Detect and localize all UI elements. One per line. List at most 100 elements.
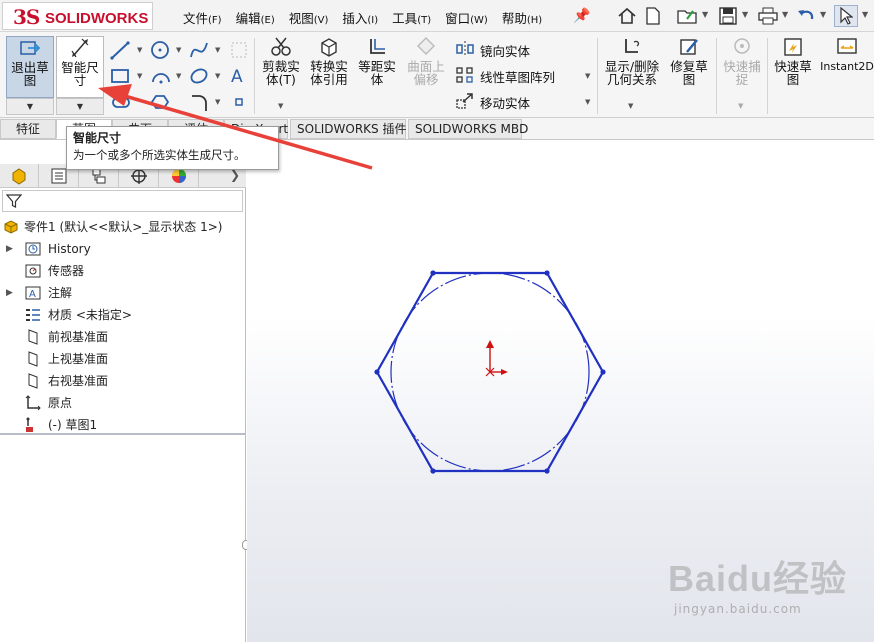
arc-icon[interactable] xyxy=(150,66,172,86)
tree-item-front-plane[interactable]: 前视基准面 xyxy=(0,326,246,348)
linear-pattern-label[interactable]: 线性草图阵列 xyxy=(480,67,555,86)
chevron-down-icon[interactable]: ▼ xyxy=(628,102,633,110)
repair-sketch-button[interactable]: 修复草 图 xyxy=(666,36,712,86)
instant2d-icon xyxy=(837,38,857,54)
chevron-down-icon[interactable]: ▼ xyxy=(585,72,590,80)
menu-edit[interactable]: 编辑(E) xyxy=(236,8,275,26)
offset-entities-button[interactable]: 等距实 体 xyxy=(354,36,400,86)
home-icon[interactable] xyxy=(615,5,639,27)
tree-item-sensors[interactable]: 传感器 xyxy=(0,260,246,282)
chevron-down-icon[interactable]: ▼ xyxy=(215,46,220,54)
text-icon[interactable]: A xyxy=(230,66,248,86)
feature-manager-tab[interactable] xyxy=(0,164,39,188)
tab-solidworks-mbd[interactable]: SOLIDWORKS MBD xyxy=(408,119,528,139)
chevron-down-icon[interactable]: ▼ xyxy=(862,10,868,19)
tree-item-right-plane[interactable]: 右视基准面 xyxy=(0,370,246,392)
tab-solidworks-addins[interactable]: SOLIDWORKS 插件 xyxy=(290,119,406,139)
chevron-down-icon[interactable]: ▼ xyxy=(820,10,826,19)
move-entities-icon[interactable] xyxy=(455,92,475,110)
polygon-icon[interactable] xyxy=(150,92,172,112)
menu-tools[interactable]: 工具(T) xyxy=(392,8,431,26)
tree-item-top-plane[interactable]: 上视基准面 xyxy=(0,348,246,370)
convert-entities-button[interactable]: 转换实 体引用 xyxy=(306,36,352,86)
tree-filter[interactable] xyxy=(2,190,243,212)
chevron-down-icon[interactable]: ▼ xyxy=(215,72,220,80)
menu-bar: 文件(F) 编辑(E) 视图(V) 插入(I) 工具(T) 窗口(W) 帮助(H… xyxy=(176,8,542,26)
menu-file[interactable]: 文件(F) xyxy=(183,8,222,26)
quick-snaps-button[interactable]: 快速捕 捉 xyxy=(720,36,764,86)
move-entities-label[interactable]: 移动实体 xyxy=(480,93,530,112)
chevron-right-icon[interactable]: ❯ xyxy=(230,168,240,182)
chevron-down-icon[interactable]: ▼ xyxy=(702,10,708,19)
instant2d-button[interactable]: Instant2D xyxy=(820,36,874,73)
ellipse-icon[interactable] xyxy=(189,66,211,86)
offset-on-surface-icon xyxy=(417,37,435,55)
spline-icon[interactable] xyxy=(189,40,211,60)
mirror-icon[interactable] xyxy=(455,40,475,58)
trim-entities-button[interactable]: 剪裁实 体(T) xyxy=(258,36,304,86)
sketch-origin-icon xyxy=(485,340,508,377)
exit-sketch-button[interactable]: 退出草 图 xyxy=(6,36,54,98)
rectangle-icon[interactable] xyxy=(110,66,132,86)
new-document-icon[interactable] xyxy=(643,5,663,27)
ribbon-separator xyxy=(254,38,255,114)
chevron-down-icon[interactable]: ▼ xyxy=(176,72,181,80)
smart-dimension-dropdown[interactable]: ▼ xyxy=(56,98,104,115)
tree-item-material[interactable]: 材质 <未指定> xyxy=(0,304,246,326)
chevron-down-icon[interactable]: ▼ xyxy=(278,102,283,110)
print-icon[interactable] xyxy=(756,5,780,27)
tab-features[interactable]: 特征 xyxy=(0,119,56,139)
tree-item-label: 上视基准面 xyxy=(48,352,109,366)
tree-item-history[interactable]: ▶ History xyxy=(0,238,246,260)
select-cursor-icon[interactable] xyxy=(834,5,858,27)
save-icon[interactable] xyxy=(716,5,740,27)
chevron-down-icon[interactable]: ▼ xyxy=(176,46,181,54)
chevron-down-icon[interactable]: ▼ xyxy=(742,10,748,19)
sketch-icon xyxy=(26,417,33,432)
menu-help[interactable]: 帮助(H) xyxy=(502,8,542,26)
mirror-entities-label[interactable]: 镜向实体 xyxy=(480,41,530,60)
circle-icon[interactable] xyxy=(150,40,172,60)
menu-window[interactable]: 窗口(W) xyxy=(445,8,488,26)
rapid-sketch-button[interactable]: 快速草 图 xyxy=(770,36,816,86)
smart-dimension-button[interactable]: 智能尺 寸 xyxy=(56,36,104,98)
undo-icon[interactable] xyxy=(795,5,817,27)
exit-sketch-dropdown[interactable]: ▼ xyxy=(6,98,54,115)
offset-on-surface-button[interactable]: 曲面上 偏移 xyxy=(402,36,450,86)
slot-icon[interactable] xyxy=(110,92,132,112)
chevron-down-icon[interactable]: ▼ xyxy=(738,102,743,110)
convert-entities-icon xyxy=(321,38,337,57)
expand-arrow-icon[interactable]: ▶ xyxy=(6,282,13,304)
exit-sketch-icon xyxy=(20,41,41,55)
pin-icon[interactable]: 📌 xyxy=(572,5,592,27)
property-manager-icon xyxy=(51,168,67,184)
chevron-down-icon[interactable]: ▼ xyxy=(137,46,142,54)
rollback-bar[interactable] xyxy=(0,433,246,435)
exit-sketch-label-2: 图 xyxy=(23,73,37,88)
tree-item-annotations[interactable]: ▶ A 注解 xyxy=(0,282,246,304)
trim-label-2: 体(T) xyxy=(266,72,296,87)
smart-dimension-icon xyxy=(71,38,89,58)
chevron-down-icon[interactable]: ▼ xyxy=(782,10,788,19)
open-folder-icon[interactable] xyxy=(676,5,700,27)
tree-item-label: History xyxy=(48,242,91,256)
annotation-icon: A xyxy=(25,286,41,300)
tree-item-label: 传感器 xyxy=(48,264,85,278)
tree-item-origin[interactable]: 原点 xyxy=(0,392,246,414)
chevron-down-icon[interactable]: ▼ xyxy=(585,98,590,106)
tree-root-part[interactable]: 零件1 (默认<<默认>_显示状态 1>) xyxy=(0,216,246,238)
relations-icon xyxy=(625,39,640,53)
chevron-down-icon[interactable]: ▼ xyxy=(215,98,220,106)
point-icon[interactable] xyxy=(233,96,245,108)
menu-insert[interactable]: 插入(I) xyxy=(342,8,378,26)
fillet-icon[interactable] xyxy=(189,92,211,112)
expand-arrow-icon[interactable]: ▶ xyxy=(6,238,13,260)
menu-view[interactable]: 视图(V) xyxy=(289,8,329,26)
line-icon[interactable] xyxy=(110,40,132,60)
filter-icon xyxy=(6,194,22,208)
offset-label-2: 体 xyxy=(370,72,384,87)
display-delete-relations-button[interactable]: 显示/删除 几何关系 xyxy=(601,36,663,86)
linear-pattern-icon[interactable] xyxy=(455,66,475,84)
solidworks-logo[interactable]: 3S SOLIDWORKS xyxy=(2,2,153,30)
chevron-down-icon[interactable]: ▼ xyxy=(137,72,142,80)
